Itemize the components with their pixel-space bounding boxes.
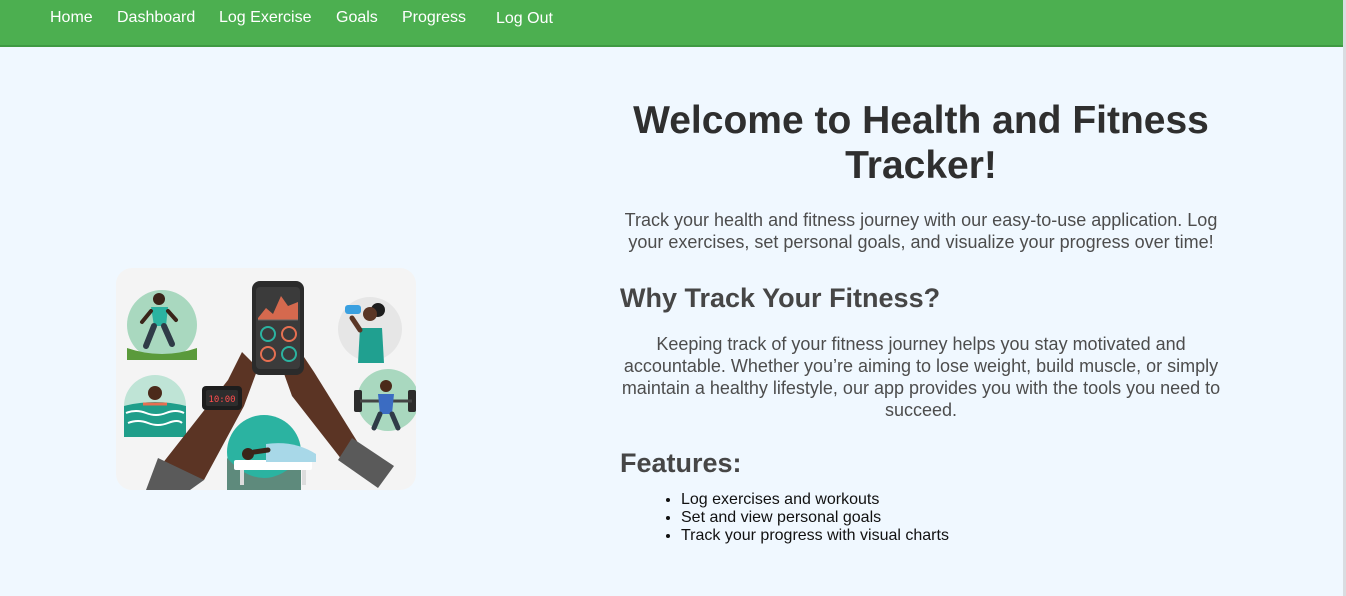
top-navbar: Home Dashboard Log Exercise Goals Progre… [0,0,1343,47]
nav-home-link[interactable]: Home [50,9,93,27]
features-list: Log exercises and workouts Set and view … [620,491,1222,545]
weightlifter-figure [354,369,416,431]
feature-item: Log exercises and workouts [681,491,1222,509]
nav-goals-link[interactable]: Goals [336,9,378,27]
feature-item: Set and view personal goals [681,509,1222,527]
why-track-paragraph: Keeping track of your fitness journey he… [621,334,1221,420]
page-title: Welcome to Health and Fitness Tracker! [633,99,1209,187]
drinking-woman-figure [338,297,402,363]
features-heading: Features: [620,448,742,478]
watch-time-display: 10:00 [208,395,235,405]
why-track-heading: Why Track Your Fitness? [620,283,941,313]
sleeping-person-figure [227,415,316,490]
smartphone-icon [252,281,304,375]
runner-figure [127,290,197,360]
swimmer-figure [124,375,186,437]
fitness-illustration: 10:00 [116,268,416,490]
nav-log-exercise-link[interactable]: Log Exercise [219,9,312,27]
main-content: Welcome to Health and Fitness Tracker! T… [620,98,1222,545]
nav-dashboard-link[interactable]: Dashboard [117,9,195,27]
nav-progress-link[interactable]: Progress [402,9,466,27]
intro-paragraph: Track your health and fitness journey wi… [624,210,1218,252]
feature-item: Track your progress with visual charts [681,527,1222,545]
nav-log-out-link[interactable]: Log Out [496,10,553,28]
